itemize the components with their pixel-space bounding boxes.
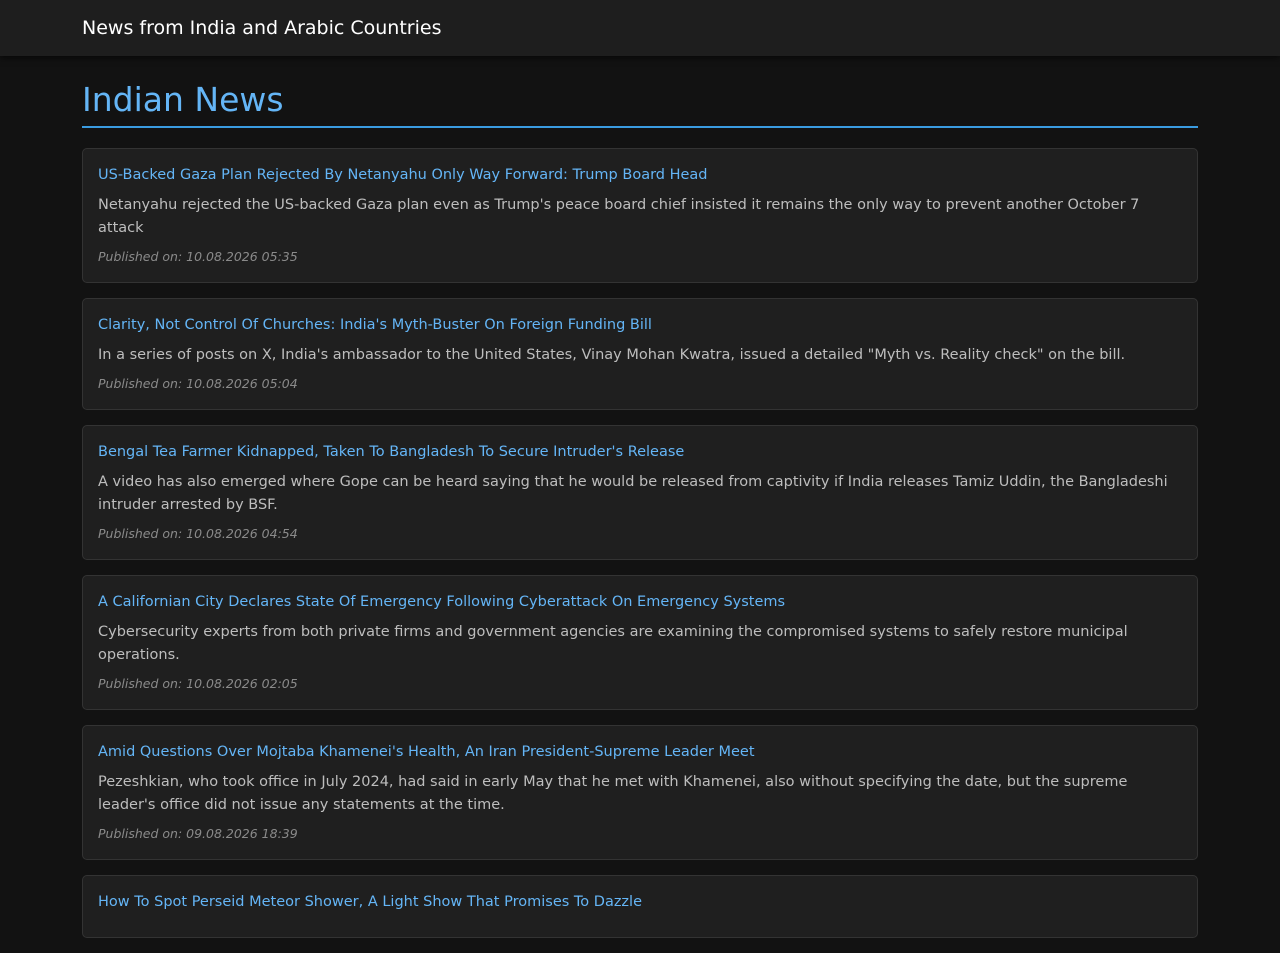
article-list: US-Backed Gaza Plan Rejected By Netanyah… [82,148,1198,938]
main-content: Indian News US-Backed Gaza Plan Rejected… [82,56,1198,953]
article-card: How To Spot Perseid Meteor Shower, A Lig… [82,875,1198,938]
article-title-link[interactable]: Clarity, Not Control Of Churches: India'… [98,314,1182,336]
article-card: US-Backed Gaza Plan Rejected By Netanyah… [82,148,1198,283]
article-date: Published on: 09.08.2026 18:39 [98,826,298,841]
article-title-link[interactable]: Bengal Tea Farmer Kidnapped, Taken To Ba… [98,441,1182,463]
article-description: A video has also emerged where Gope can … [98,474,1168,513]
article-date: Published on: 10.08.2026 05:04 [98,376,298,391]
article-title-link[interactable]: Amid Questions Over Mojtaba Khamenei's H… [98,741,1182,763]
section-title: Indian News [82,56,1198,128]
article-description: Netanyahu rejected the US-backed Gaza pl… [98,197,1140,236]
article-date: Published on: 10.08.2026 02:05 [98,676,298,691]
article-description: Pezeshkian, who took office in July 2024… [98,774,1128,813]
article-date: Published on: 10.08.2026 04:54 [98,526,298,541]
article-card: Bengal Tea Farmer Kidnapped, Taken To Ba… [82,425,1198,560]
top-bar: News from India and Arabic Countries [0,0,1280,56]
article-title-link[interactable]: US-Backed Gaza Plan Rejected By Netanyah… [98,164,1182,186]
article-card: A Californian City Declares State Of Eme… [82,575,1198,710]
article-card: Clarity, Not Control Of Churches: India'… [82,298,1198,410]
article-description: In a series of posts on X, India's ambas… [98,347,1126,363]
article-description: Cybersecurity experts from both private … [98,624,1128,663]
article-date: Published on: 10.08.2026 05:35 [98,249,298,264]
article-title-link[interactable]: A Californian City Declares State Of Eme… [98,591,1182,613]
site-title: News from India and Arabic Countries [82,17,442,39]
article-title-link[interactable]: How To Spot Perseid Meteor Shower, A Lig… [98,891,1182,913]
article-card: Amid Questions Over Mojtaba Khamenei's H… [82,725,1198,860]
